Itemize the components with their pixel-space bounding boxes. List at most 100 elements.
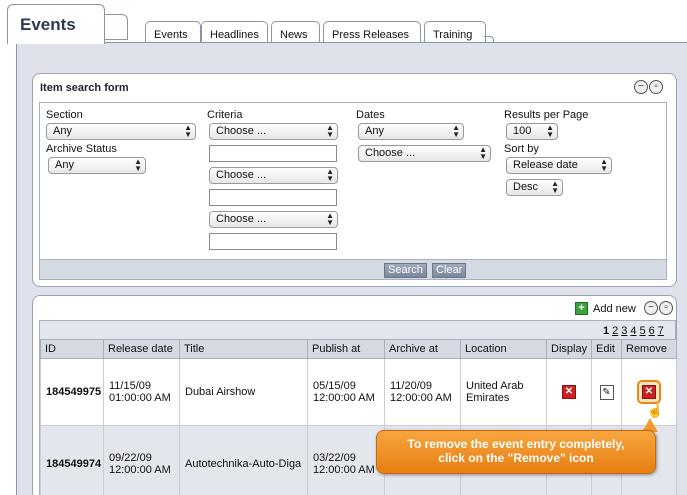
archive-time: 12:00:00 AM bbox=[390, 392, 452, 404]
add-icon: + bbox=[575, 302, 588, 315]
section-select[interactable]: Any ▲ ▼ bbox=[46, 123, 196, 140]
remove-highlight: ✕ bbox=[637, 380, 661, 404]
column-header-release-date[interactable]: Release date bbox=[103, 339, 180, 359]
criteria-select-3[interactable]: Choose ... ▲ ▼ bbox=[209, 211, 338, 228]
select-arrows-icon: ▲ ▼ bbox=[326, 211, 334, 227]
select-arrows-icon: ▲ ▼ bbox=[551, 179, 559, 195]
edit-icon[interactable]: ✎ bbox=[599, 384, 614, 400]
page-link-7[interactable]: 7 bbox=[658, 325, 664, 337]
sort-by-label: Sort by bbox=[504, 143, 539, 155]
page-link-6[interactable]: 6 bbox=[649, 325, 655, 337]
publish-time: 12:00:00 AM bbox=[313, 392, 375, 404]
archive-status-select[interactable]: Any ▲ ▼ bbox=[48, 157, 146, 174]
dates-choose-value: Choose ... bbox=[365, 147, 416, 159]
location-line-2: Emirates bbox=[466, 392, 510, 404]
column-header-location[interactable]: Location bbox=[460, 339, 547, 359]
select-arrows-icon: ▲ ▼ bbox=[479, 145, 487, 161]
cell-archive-at: 11/20/09 12:00:00 AM bbox=[384, 358, 461, 426]
archive-date: 11/20/09 bbox=[390, 380, 433, 392]
criteria-input-3[interactable] bbox=[209, 233, 337, 250]
table-header: ID Release date Title Publish at Archive… bbox=[40, 339, 677, 359]
cell-id: 184549975 bbox=[40, 358, 104, 426]
criteria-select-2[interactable]: Choose ... ▲ ▼ bbox=[209, 167, 338, 184]
release-date: 09/22/09 bbox=[109, 451, 152, 464]
dates-label: Dates bbox=[356, 109, 385, 121]
page-link-2[interactable]: 2 bbox=[612, 325, 618, 337]
cell-title[interactable]: Dubai Airshow bbox=[179, 358, 308, 426]
add-new-label: Add new bbox=[593, 302, 636, 315]
criteria-label: Criteria bbox=[207, 109, 243, 121]
results-per-page-select[interactable]: 100 ▲ ▼ bbox=[506, 123, 558, 140]
cell-display: ✕ bbox=[546, 358, 592, 426]
select-arrows-icon: ▲ ▼ bbox=[184, 123, 192, 139]
section-value: Any bbox=[53, 125, 72, 137]
search-button[interactable]: Search bbox=[384, 263, 427, 278]
select-arrows-icon: ▲ ▼ bbox=[134, 157, 142, 173]
dates-choose-select[interactable]: Choose ... ▲ ▼ bbox=[358, 145, 491, 162]
sort-by-select[interactable]: Release date ▲ ▼ bbox=[506, 157, 612, 174]
column-header-publish-at[interactable]: Publish at bbox=[307, 339, 385, 359]
select-arrows-icon: ▲ ▼ bbox=[546, 123, 554, 139]
archive-status-value: Any bbox=[55, 159, 74, 171]
cell-location: United Arab Emirates bbox=[460, 358, 547, 426]
results-per-page-label: Results per Page bbox=[504, 109, 589, 121]
publish-time: 12:00:00 AM bbox=[313, 463, 375, 476]
cell-id: 184549974 bbox=[40, 425, 104, 495]
select-arrows-icon: ▲ ▼ bbox=[326, 123, 334, 139]
list-window-buttons: − ▫ bbox=[644, 301, 673, 315]
tab-headlines[interactable]: Headlines bbox=[201, 21, 268, 43]
column-header-remove: Remove bbox=[621, 339, 677, 359]
page-link-4[interactable]: 4 bbox=[630, 325, 636, 337]
page-link-3[interactable]: 3 bbox=[621, 325, 627, 337]
archive-status-label: Archive Status bbox=[46, 143, 117, 155]
cell-title[interactable]: Autotechnika-Auto-Diga bbox=[179, 425, 308, 495]
criteria-input-1[interactable] bbox=[209, 145, 337, 162]
publish-date: 05/15/09 bbox=[313, 380, 356, 392]
page-link-1[interactable]: 1 bbox=[603, 325, 609, 337]
column-header-title[interactable]: Title bbox=[179, 339, 308, 359]
cell-publish-at: 05/15/09 12:00:00 AM bbox=[307, 358, 385, 426]
remove-icon[interactable]: ✕ bbox=[642, 385, 656, 399]
cell-edit: ✎ bbox=[591, 358, 622, 426]
callout-line-2: click on the "Remove" icon bbox=[438, 451, 594, 465]
criteria-select-1[interactable]: Choose ... ▲ ▼ bbox=[209, 123, 338, 140]
clear-button[interactable]: Clear bbox=[432, 263, 467, 278]
maximize-icon[interactable]: ▫ bbox=[649, 80, 663, 94]
results-per-page-value: 100 bbox=[513, 125, 532, 137]
release-date: 11/15/09 bbox=[109, 380, 152, 392]
criteria-value-1: Choose ... bbox=[216, 125, 267, 137]
criteria-value-2: Choose ... bbox=[216, 169, 267, 181]
sort-by-value: Release date bbox=[513, 159, 578, 171]
minimize-icon[interactable]: − bbox=[634, 80, 648, 94]
release-time: 01:00:00 AM bbox=[109, 392, 171, 404]
search-window-buttons: − ▫ bbox=[634, 80, 663, 94]
callout-line-1: To remove the event entry completely, bbox=[407, 437, 625, 451]
tab-press-releases[interactable]: Press Releases bbox=[323, 21, 421, 43]
cell-publish-at: 03/22/09 12:00:00 AM bbox=[307, 425, 385, 495]
main-tab-events[interactable]: Events bbox=[7, 4, 105, 44]
tutorial-callout: To remove the event entry completely, cl… bbox=[376, 430, 656, 474]
page-link-5[interactable]: 5 bbox=[640, 325, 646, 337]
location-line-1: United Arab bbox=[466, 380, 524, 392]
maximize-icon[interactable]: ▫ bbox=[659, 301, 673, 315]
column-header-id[interactable]: ID bbox=[40, 339, 104, 359]
minimize-icon[interactable]: − bbox=[644, 301, 658, 315]
add-new-button[interactable]: + Add new bbox=[575, 302, 636, 315]
criteria-value-3: Choose ... bbox=[216, 213, 267, 225]
tab-events[interactable]: Events bbox=[145, 21, 201, 43]
select-arrows-icon: ▲ ▼ bbox=[326, 167, 334, 183]
criteria-input-2[interactable] bbox=[209, 189, 337, 206]
release-time: 12:00:00 AM bbox=[109, 463, 171, 476]
column-header-edit: Edit bbox=[591, 339, 622, 359]
select-arrows-icon: ▲ ▼ bbox=[600, 157, 608, 173]
tab-news[interactable]: News bbox=[271, 21, 320, 43]
dates-select[interactable]: Any ▲ ▼ bbox=[358, 123, 464, 140]
hand-cursor-icon: ☝ bbox=[647, 403, 664, 418]
cell-release-date: 09/22/09 12:00:00 AM bbox=[103, 425, 180, 495]
tab-training[interactable]: Training bbox=[424, 21, 486, 43]
sort-order-select[interactable]: Desc ▲ ▼ bbox=[506, 179, 563, 196]
cell-release-date: 11/15/09 01:00:00 AM bbox=[103, 358, 180, 426]
display-toggle-icon[interactable]: ✕ bbox=[562, 385, 576, 399]
section-label: Section bbox=[46, 109, 83, 121]
column-header-archive-at[interactable]: Archive at bbox=[384, 339, 461, 359]
